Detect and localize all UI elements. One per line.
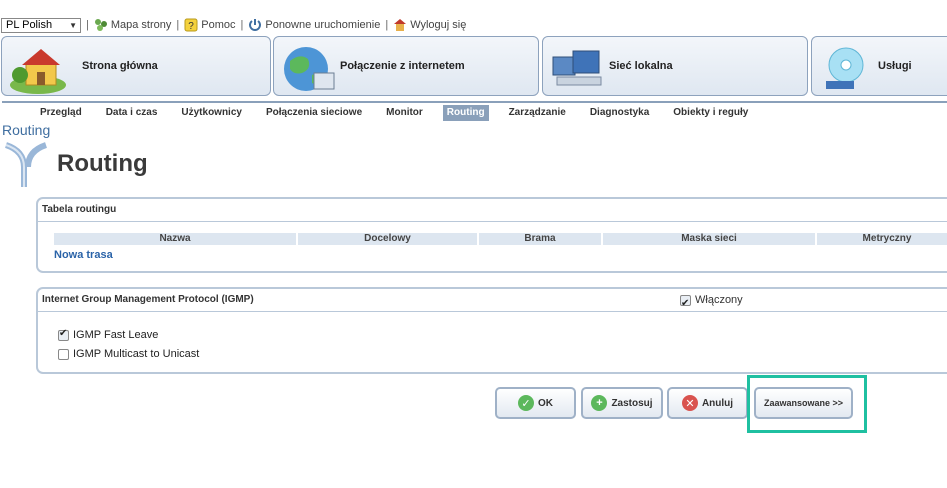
tile-internet[interactable]: Połączenie z internetem	[273, 36, 539, 96]
igmp-multicast-unicast-option: IGMP Multicast to Unicast	[58, 348, 199, 360]
page-title: Routing	[57, 150, 148, 177]
routing-table-title: Tabela routingu	[38, 199, 947, 222]
igmp-multicast-unicast-label: IGMP Multicast to Unicast	[73, 348, 200, 360]
tab-users[interactable]: Użytkownicy	[169, 105, 254, 121]
tab-monitor[interactable]: Monitor	[374, 105, 435, 121]
igmp-multicast-unicast-checkbox[interactable]	[58, 348, 69, 360]
igmp-fast-leave-option: IGMP Fast Leave	[58, 328, 159, 341]
igmp-panel: Internet Group Management Protocol (IGMP…	[36, 287, 947, 374]
tab-network-connections[interactable]: Połączenia sieciowe	[254, 105, 374, 121]
house-icon	[10, 49, 66, 94]
routing-table-panel: Tabela routingu Nazwa Docelowy Brama Mas…	[36, 197, 947, 273]
separator: |	[385, 19, 389, 31]
igmp-fast-leave-label: IGMP Fast Leave	[73, 329, 159, 341]
separator: |	[240, 19, 244, 31]
disc-icon	[826, 47, 864, 89]
tab-date-time[interactable]: Data i czas	[94, 105, 170, 121]
restart-label: Ponowne uruchomienie	[265, 19, 381, 31]
tile-home-label: Strona główna	[82, 60, 158, 72]
ok-label: OK	[538, 397, 553, 409]
chevron-down-icon: ▼	[69, 20, 77, 30]
restart-link[interactable]: Ponowne uruchomienie	[248, 18, 380, 32]
apply-button[interactable]: + Zastosuj	[581, 387, 663, 419]
sub-nav: Przegląd Data i czas Użytkownicy Połącze…	[2, 101, 947, 121]
check-icon: ✓	[518, 395, 534, 411]
logout-icon	[394, 19, 407, 31]
help-icon: ?	[184, 18, 198, 32]
sitemap-link[interactable]: Mapa strony	[94, 18, 172, 32]
column-header: Metryczny	[817, 233, 947, 245]
computers-icon	[552, 50, 602, 86]
new-route-link[interactable]: Nowa trasa	[54, 249, 113, 261]
igmp-enabled-checkbox[interactable]	[680, 293, 691, 315]
breadcrumb: Routing	[2, 122, 51, 138]
separator: |	[86, 19, 89, 31]
igmp-enable-control: Włączony	[680, 289, 743, 315]
column-header: Nazwa	[54, 233, 296, 245]
language-value: PL Polish	[6, 19, 53, 31]
tab-objects-rules[interactable]: Obiekty i reguły	[661, 105, 760, 121]
tab-management[interactable]: Zarządzanie	[497, 105, 578, 121]
logout-label: Wyloguj się	[410, 19, 467, 31]
svg-text:?: ?	[188, 21, 194, 32]
help-link[interactable]: ? Pomoc	[184, 18, 236, 32]
tile-lan[interactable]: Sieć lokalna	[542, 36, 808, 96]
tile-services[interactable]: Usługi	[811, 36, 947, 96]
igmp-header: Internet Group Management Protocol (IGMP…	[38, 289, 947, 315]
globe-icon	[284, 47, 335, 91]
routing-table-header: Nazwa Docelowy Brama Maska sieci Metrycz…	[54, 233, 947, 245]
close-icon: ✕	[681, 395, 698, 411]
igmp-enabled-label: Włączony	[695, 294, 743, 306]
cancel-label: Anuluj	[701, 397, 734, 409]
sitemap-label: Mapa strony	[110, 19, 172, 31]
apply-label: Zastosuj	[611, 397, 653, 409]
power-icon	[249, 19, 262, 31]
plus-icon: +	[591, 395, 608, 411]
language-select[interactable]: PL Polish ▼	[1, 17, 81, 33]
igmp-fast-leave-checkbox[interactable]	[58, 328, 69, 341]
cancel-button[interactable]: ✕ Anuluj	[667, 387, 748, 419]
top-bar: PL Polish ▼ | Mapa strony | ? Pomoc | Po…	[0, 16, 466, 34]
column-header: Docelowy	[298, 233, 477, 245]
logout-link[interactable]: Wyloguj się	[393, 18, 466, 32]
column-header: Maska sieci	[603, 233, 815, 245]
tab-diagnostics[interactable]: Diagnostyka	[578, 105, 661, 121]
advanced-button[interactable]: Zaawansowane >>	[754, 387, 853, 419]
separator: |	[176, 19, 180, 31]
sitemap-icon	[94, 19, 107, 31]
advanced-label: Zaawansowane >>	[763, 398, 844, 408]
column-header: Brama	[479, 233, 601, 245]
routing-icon	[4, 142, 48, 187]
tile-lan-label: Sieć lokalna	[609, 60, 673, 72]
igmp-title: Internet Group Management Protocol (IGMP…	[42, 294, 254, 305]
tile-home[interactable]: Strona główna	[1, 36, 271, 96]
tile-internet-label: Połączenie z internetem	[340, 60, 465, 72]
help-label: Pomoc	[201, 19, 236, 31]
main-nav: Strona główna Połączenie z internetem Si…	[0, 36, 947, 98]
tab-routing[interactable]: Routing	[442, 105, 489, 121]
tab-overview[interactable]: Przegląd	[28, 105, 94, 121]
ok-button[interactable]: ✓ OK	[495, 387, 576, 419]
tile-services-label: Usługi	[878, 60, 912, 72]
